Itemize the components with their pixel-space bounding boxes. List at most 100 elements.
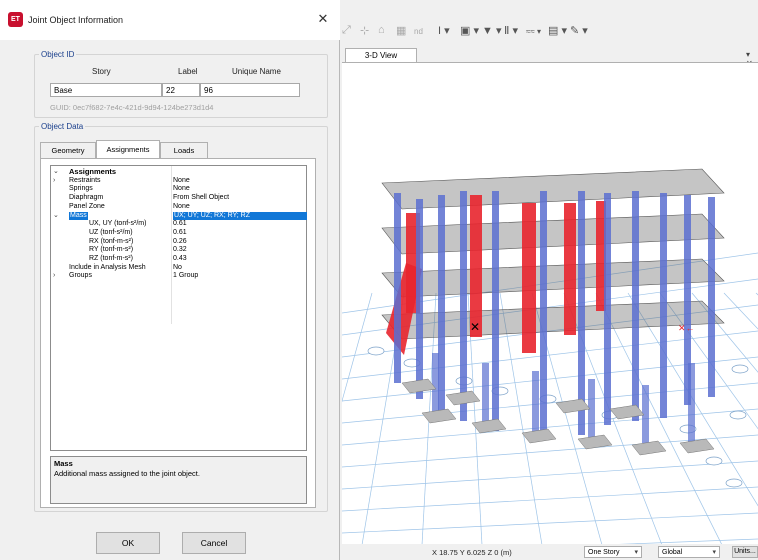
coordinate-readout: X 18.75 Y 6.025 Z 0 (m) bbox=[432, 548, 512, 557]
property-value: No bbox=[173, 263, 182, 271]
grid-line bbox=[342, 460, 758, 490]
grid-bubble bbox=[729, 410, 747, 420]
property-value: None bbox=[173, 185, 190, 193]
draw-icon[interactable]: ✎ ▾ bbox=[570, 24, 588, 37]
floor-slab bbox=[381, 213, 725, 255]
etabs-app-icon: ET bbox=[8, 12, 23, 27]
property-name: UZ (tonf-s²/m) bbox=[89, 228, 133, 236]
grid-property-row[interactable]: Panel Zone None bbox=[51, 203, 306, 211]
text-tool-icon[interactable]: I ▾ bbox=[438, 24, 450, 37]
grid-property-row[interactable]: Springs None bbox=[51, 185, 306, 193]
property-name: Include in Analysis Mesh bbox=[69, 263, 146, 271]
property-name: Panel Zone bbox=[69, 202, 105, 210]
property-value: 0.32 bbox=[173, 246, 187, 254]
expand-icon[interactable]: › bbox=[53, 177, 63, 185]
unique-name-field[interactable]: 96 bbox=[200, 83, 300, 97]
grid-bubble bbox=[705, 456, 723, 466]
property-name: RY (tonf-m-s²) bbox=[89, 246, 134, 254]
property-name: Assignments bbox=[69, 167, 117, 176]
object-data-legend: Object Data bbox=[41, 122, 84, 131]
label-field: 22 bbox=[162, 83, 200, 97]
story-mode-select[interactable]: One Story ▾ bbox=[584, 546, 642, 558]
column bbox=[604, 193, 611, 425]
grid-line bbox=[342, 292, 373, 403]
tab-assignments[interactable]: Assignments bbox=[96, 140, 160, 158]
grid-category-row[interactable]: ⌄ Assignments bbox=[51, 168, 306, 176]
property-value: 0.43 bbox=[173, 255, 187, 262]
snap-icon[interactable]: ⊹ bbox=[360, 24, 369, 37]
tab-geometry[interactable]: Geometry bbox=[40, 142, 96, 158]
grid-property-row[interactable]: RY (tonf-m-s²) 0.32 bbox=[51, 246, 306, 254]
footing bbox=[421, 408, 457, 424]
shear-wall bbox=[564, 203, 576, 335]
close-icon: ✕ bbox=[317, 11, 329, 26]
column bbox=[416, 199, 423, 399]
grid-property-row[interactable]: Include in Analysis Mesh No bbox=[51, 264, 306, 272]
display-icon[interactable]: ▣ ▾ bbox=[460, 24, 479, 37]
grid-property-row[interactable]: UX, UY (tonf-s²/m) 0.61 bbox=[51, 220, 306, 228]
column bbox=[492, 191, 499, 431]
property-name: RZ (tonf-m-s²) bbox=[89, 255, 133, 262]
property-name: Groups bbox=[69, 272, 92, 280]
property-value: From Shell Object bbox=[173, 194, 230, 202]
grid-property-row[interactable]: › Groups 1 Group bbox=[51, 272, 306, 280]
collapse-icon[interactable]: ⌄ bbox=[53, 212, 63, 220]
filter-icon[interactable]: ▼ ▾ bbox=[482, 24, 501, 37]
property-name: Restraints bbox=[69, 176, 101, 184]
property-name: Mass bbox=[69, 211, 88, 220]
close-button[interactable]: ✕ bbox=[306, 8, 340, 30]
object-id-legend: Object ID bbox=[41, 50, 75, 59]
ok-button[interactable]: OK bbox=[96, 532, 160, 554]
grid-property-row[interactable]: Diaphragm From Shell Object bbox=[51, 194, 306, 202]
property-value: 0.61 bbox=[173, 220, 187, 228]
grid-line bbox=[691, 292, 758, 373]
grid-bubble bbox=[725, 478, 743, 488]
nd-icon[interactable]: nd bbox=[414, 27, 423, 36]
reshape-icon[interactable]: ⌂ bbox=[378, 24, 385, 36]
units-icon[interactable]: ≈≈ ▾ bbox=[526, 27, 541, 36]
3d-view-viewport[interactable]: ✕ ✕← bbox=[342, 62, 758, 544]
property-value: 0.61 bbox=[173, 228, 187, 236]
grid-property-row[interactable]: › Restraints None bbox=[51, 177, 306, 185]
story-column-label: Story bbox=[92, 67, 111, 76]
tab-3d-view[interactable]: 3-D View bbox=[345, 48, 417, 62]
layer-icon[interactable]: ▤ ▾ bbox=[548, 24, 567, 37]
footing bbox=[445, 390, 481, 406]
property-name: Springs bbox=[69, 185, 93, 193]
property-name: Diaphragm bbox=[69, 194, 104, 202]
grid-property-row[interactable]: UZ (tonf-s²/m) 0.61 bbox=[51, 229, 306, 237]
unique-name-column-label: Unique Name bbox=[232, 67, 281, 76]
section-icon[interactable]: Ⅱ ▾ bbox=[504, 24, 518, 37]
dialog-titlebar: ET Joint Object Information ✕ bbox=[0, 0, 340, 40]
property-value: None bbox=[173, 202, 190, 210]
property-value: None bbox=[173, 176, 190, 184]
expand-icon[interactable]: › bbox=[53, 272, 63, 280]
property-value: 0.26 bbox=[173, 237, 187, 245]
grid-line bbox=[342, 512, 758, 534]
coord-system-select[interactable]: Global ▾ bbox=[658, 546, 720, 558]
select-pointer-icon[interactable]: ⤢ bbox=[342, 24, 351, 37]
shear-wall bbox=[470, 195, 482, 337]
collapse-icon[interactable]: ⌄ bbox=[53, 168, 63, 176]
column bbox=[578, 191, 585, 435]
units-button[interactable]: Units... bbox=[732, 546, 758, 558]
description-text: Additional mass assigned to the joint ob… bbox=[54, 469, 200, 478]
selected-joint-marker: ✕ bbox=[470, 320, 480, 334]
property-grid: ⌄ Assignments › Restraints None Springs None Di… bbox=[50, 165, 307, 451]
column bbox=[708, 197, 715, 397]
cancel-button[interactable]: Cancel bbox=[182, 532, 246, 554]
grid-property-row[interactable]: ⌄ Mass UX; UY; UZ; RX; RY; RZ bbox=[51, 211, 307, 220]
shear-wall bbox=[522, 203, 536, 353]
label-column-label: Label bbox=[178, 67, 198, 76]
grid-property-row[interactable]: RX (tonf-m-s²) 0.26 bbox=[51, 238, 306, 246]
property-value: UX; UY; UZ; RX; RY; RZ bbox=[173, 211, 307, 220]
grid-property-row[interactable]: RZ (tonf-m-s²) 0.43 bbox=[51, 255, 306, 263]
column bbox=[482, 363, 489, 423]
property-name: RX (tonf-m-s²) bbox=[89, 237, 134, 245]
grid-icon[interactable]: ▦ bbox=[396, 24, 406, 37]
chevron-down-icon: ▾ bbox=[634, 549, 638, 556]
grid-bubble bbox=[731, 364, 749, 374]
column bbox=[632, 191, 639, 421]
floor-slab bbox=[381, 258, 725, 298]
tab-loads[interactable]: Loads bbox=[160, 142, 208, 158]
